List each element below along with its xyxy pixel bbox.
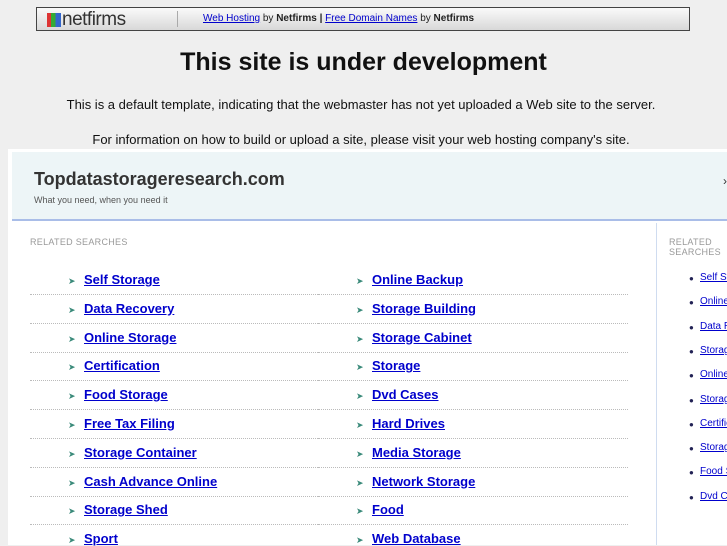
row-divider (30, 380, 318, 382)
row-divider (318, 495, 628, 497)
row-divider (30, 438, 318, 439)
sidebar-search-link[interactable]: Food Storage (700, 466, 727, 477)
related-search-link[interactable]: Certification (84, 358, 160, 373)
bullet-icon: ● (689, 492, 694, 502)
arrow-icon: ➤ (68, 391, 76, 402)
related-search-link[interactable]: Sport (84, 531, 118, 546)
banner-divider (177, 11, 178, 27)
related-search-link[interactable]: Storage Building (372, 301, 476, 316)
arrow-icon: ➤ (356, 276, 364, 286)
sidebar-search-link[interactable]: Storage Cabinet (700, 394, 727, 405)
arrow-icon: ➤ (68, 420, 76, 430)
bullet-icon: ● (689, 444, 694, 454)
sidebar-heading: RELATED SEARCHES (669, 237, 721, 257)
arrow-icon: ➤ (68, 535, 76, 546)
arrow-icon: ➤ (68, 333, 76, 344)
arrow-icon: ➤ (68, 362, 76, 373)
related-search-link[interactable]: Cash Advance Online (84, 474, 217, 489)
related-search-link[interactable]: Storage Cabinet (372, 330, 472, 345)
site-tagline: What you need, when you need it (34, 195, 168, 205)
row-divider (318, 438, 628, 439)
related-search-link[interactable]: Storage Container (84, 445, 197, 460)
netfirms-logo[interactable]: netfirms (47, 9, 126, 31)
sidebar-search-link[interactable]: Storage Building (700, 345, 727, 356)
bullet-icon: ● (689, 346, 694, 356)
hosting-info-notice: For information on how to build or uploa… (92, 132, 630, 147)
arrow-icon: ➤ (356, 391, 364, 402)
arrow-icon: ➤ (356, 362, 364, 373)
related-search-link[interactable]: Storage (372, 358, 420, 373)
sidebar-search-link[interactable]: Certification (700, 418, 727, 429)
related-search-link[interactable]: Web Database (372, 531, 461, 546)
bullet-icon: ● (689, 298, 694, 308)
arrow-icon: ➤ (68, 448, 76, 459)
related-searches-main: RELATED SEARCHES ➤ Self Storage ➤ Data Reco… (8, 223, 654, 546)
sidebar-search-link[interactable]: Self Storage (700, 272, 727, 283)
bullet-icon: ● (689, 322, 694, 332)
bullet-icon: ● (689, 395, 694, 405)
row-divider (30, 466, 318, 468)
page-title: This site is under development (180, 48, 547, 76)
free-domain-names-link[interactable]: Free Domain Names (325, 13, 417, 24)
row-divider (318, 294, 628, 295)
banner-text: Web Hosting by Netfirms | Free Domain Na… (203, 13, 475, 24)
related-search-link[interactable]: Hard Drives (372, 416, 445, 431)
sidebar-search-link[interactable]: Online Backup (700, 296, 727, 307)
related-search-link[interactable]: Data Recovery (84, 301, 174, 316)
arrow-icon: ➤ (356, 477, 364, 488)
row-divider (318, 409, 628, 411)
row-divider (318, 380, 628, 382)
row-divider (318, 466, 628, 468)
related-search-link[interactable]: Free Tax Filing (84, 416, 175, 431)
row-divider (30, 409, 318, 411)
related-search-link[interactable]: Food Storage (84, 387, 168, 402)
related-search-link[interactable]: Online Storage (84, 330, 176, 345)
arrow-icon: ➤ (356, 333, 364, 344)
arrow-icon: ➤ (68, 506, 76, 517)
header-arrow-icon: › (723, 174, 727, 188)
arrow-icon: ➤ (68, 304, 76, 315)
arrow-icon: ➤ (68, 276, 76, 286)
row-divider (30, 322, 318, 324)
related-search-link[interactable]: Self Storage (84, 272, 160, 287)
arrow-icon: ➤ (356, 506, 364, 517)
web-hosting-link[interactable]: Web Hosting (203, 13, 260, 24)
row-divider (318, 322, 628, 324)
related-searches-sidebar: RELATED SEARCHES ● Self Storage ● Online Ba… (656, 223, 727, 545)
parked-page-frame: Topdatastorageresearch.com What you need… (8, 149, 727, 546)
sidebar-search-link[interactable]: Data Recovery (700, 321, 727, 332)
arrow-icon: ➤ (356, 420, 364, 430)
row-divider (30, 495, 318, 497)
arrow-icon: ➤ (356, 304, 364, 315)
related-search-link[interactable]: Online Backup (372, 272, 463, 287)
row-divider (30, 524, 318, 526)
bullet-icon: ● (689, 371, 694, 381)
related-searches-heading: RELATED SEARCHES (30, 237, 128, 247)
sidebar-search-link[interactable]: Storage (700, 442, 727, 453)
site-name[interactable]: Topdatastorageresearch.com (34, 169, 285, 190)
arrow-icon: ➤ (68, 477, 76, 488)
bullet-icon: ● (689, 419, 694, 429)
related-search-link[interactable]: Food (372, 502, 404, 517)
arrow-icon: ➤ (356, 535, 364, 546)
related-search-link[interactable]: Network Storage (372, 474, 475, 489)
arrow-icon: ➤ (356, 448, 364, 459)
site-header: Topdatastorageresearch.com What you need… (12, 152, 727, 221)
row-divider (318, 524, 628, 526)
netfirms-logo-icon (47, 13, 61, 27)
row-divider (30, 351, 318, 353)
related-search-link[interactable]: Media Storage (372, 445, 461, 460)
row-divider (30, 294, 318, 295)
default-template-notice: This is a default template, indicating t… (66, 97, 656, 112)
sidebar-search-link[interactable]: Online Storage (700, 369, 727, 380)
netfirms-banner: netfirms Web Hosting by Netfirms | Free … (36, 7, 690, 31)
row-divider (318, 351, 628, 353)
bullet-icon: ● (689, 274, 694, 283)
related-search-link[interactable]: Storage Shed (84, 502, 168, 517)
sidebar-search-link[interactable]: Dvd Cases (700, 491, 727, 502)
bullet-icon: ● (689, 468, 694, 478)
related-search-link[interactable]: Dvd Cases (372, 387, 438, 402)
